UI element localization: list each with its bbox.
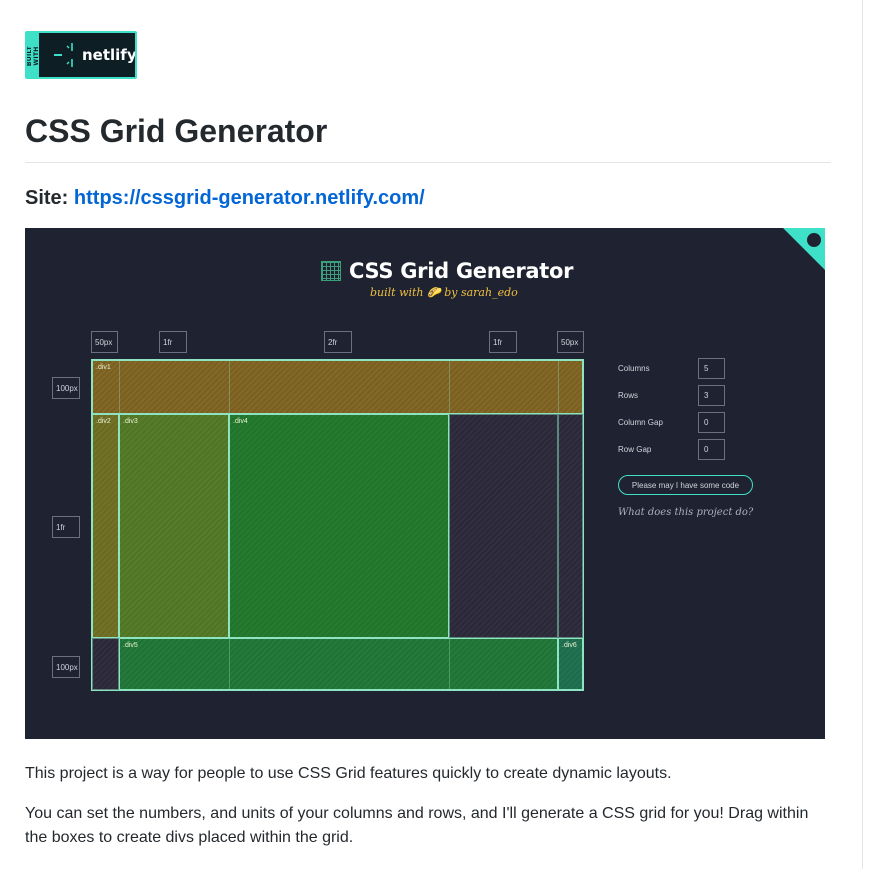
column-gap-input[interactable]: 0 (698, 412, 725, 433)
description-paragraph-2: You can set the numbers, and units of yo… (25, 805, 809, 846)
grid-line (229, 360, 230, 414)
what-does-this-do-link[interactable]: What does this project do? (618, 507, 753, 518)
column-size-input[interactable]: 50px (91, 331, 118, 353)
row-size-input[interactable]: 100px (52, 656, 80, 678)
columns-label: Columns (618, 364, 650, 373)
netlify-logo-icon (66, 43, 73, 67)
right-border (862, 0, 863, 869)
netlify-badge[interactable]: BUILT WITH netlify (25, 31, 137, 79)
get-code-button[interactable]: Please may I have some code (618, 475, 753, 495)
div-label: .div4 (233, 418, 248, 425)
grid-div[interactable]: .div4 (229, 414, 449, 638)
octocat-icon (807, 233, 821, 247)
grid-line (449, 360, 450, 414)
grid-line (229, 638, 230, 690)
row-size-input[interactable]: 1fr (52, 516, 80, 538)
row-size-input[interactable]: 100px (52, 377, 80, 399)
project-screenshot: CSS Grid Generator built with 🌮 by sarah… (25, 228, 825, 739)
badge-logo: netlify (54, 33, 137, 77)
description-paragraph-1: This project is a way for people to use … (25, 765, 672, 782)
grid-line (558, 360, 559, 414)
columns-input[interactable]: 5 (698, 358, 725, 379)
div-label: .div6 (562, 642, 577, 649)
grid-div[interactable]: .div3 (119, 414, 229, 638)
div-label: .div5 (123, 642, 138, 649)
badge-side: BUILT WITH (26, 33, 40, 77)
div-label: .div3 (123, 418, 138, 425)
badge-dash (54, 54, 62, 56)
grid-line (449, 638, 450, 690)
empty-cell[interactable] (92, 638, 119, 690)
badge-side-text: BUILT WITH (26, 45, 40, 67)
grid-div[interactable]: .div6 (558, 638, 583, 690)
grid-div[interactable]: .div1 (92, 360, 583, 414)
screenshot-title: CSS Grid Generator (321, 259, 573, 283)
column-size-input[interactable]: 50px (557, 331, 584, 353)
rows-input[interactable]: 3 (698, 385, 725, 406)
empty-cell[interactable] (449, 414, 558, 638)
site-line: Site: https://cssgrid-generator.netlify.… (25, 187, 425, 210)
screenshot-subtitle: built with 🌮 by sarah_edo (370, 286, 518, 299)
page-title: CSS Grid Generator (25, 113, 328, 149)
column-gap-label: Column Gap (618, 418, 663, 427)
column-size-input[interactable]: 1fr (489, 331, 517, 353)
site-label: Site: (25, 187, 69, 209)
column-size-input[interactable]: 1fr (159, 331, 187, 353)
grid-canvas[interactable]: .div1 .div2 .div3 .div4 .div5 .div6 (91, 359, 584, 691)
row-gap-input[interactable]: 0 (698, 439, 725, 460)
rows-label: Rows (618, 391, 639, 400)
badge-logo-text: netlify (82, 46, 137, 64)
grid-div[interactable]: .div2 (92, 414, 119, 638)
row-gap-label: Row Gap (618, 445, 652, 454)
grid-logo-icon (321, 261, 341, 281)
empty-cell[interactable] (558, 414, 583, 638)
grid-line (119, 360, 120, 414)
div-label: .div1 (96, 364, 111, 371)
div-label: .div2 (96, 418, 111, 425)
title-divider (25, 162, 831, 163)
grid-div[interactable]: .div5 (119, 638, 558, 690)
column-size-input[interactable]: 2fr (324, 331, 352, 353)
site-link[interactable]: https://cssgrid-generator.netlify.com/ (74, 187, 425, 209)
screenshot-title-text: CSS Grid Generator (349, 259, 574, 283)
